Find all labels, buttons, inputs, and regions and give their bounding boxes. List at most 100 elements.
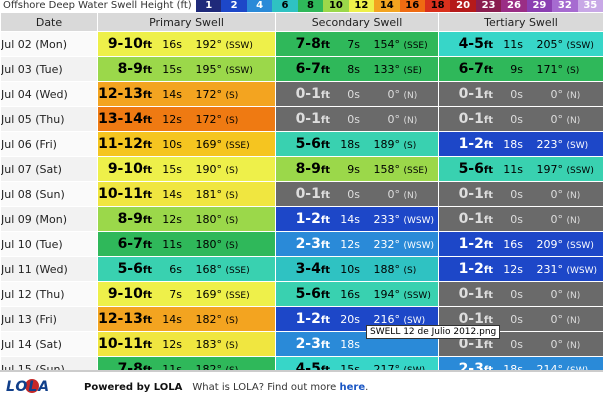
swell-direction: 0°: [523, 288, 563, 301]
secondary-swell-cell: 5-6ft18s189° (S): [276, 132, 439, 157]
swell-table: Date Primary Swell Secondary Swell Terti…: [0, 12, 603, 382]
swell-compass: (S): [226, 116, 239, 126]
height-range: 9-10: [108, 286, 143, 302]
swell-height: 0-1ft: [276, 86, 330, 102]
height-range: 0-1: [296, 111, 321, 127]
height-range: 1-2: [459, 136, 484, 152]
swell-compass: (SSW): [567, 241, 594, 251]
swell-compass: (SW): [567, 141, 589, 151]
swell-direction: 171°: [523, 63, 563, 76]
height-unit: ft: [484, 40, 493, 51]
height-range: 1-2: [459, 236, 484, 252]
swell-period: 0s: [330, 113, 360, 126]
swell-compass: (SSE): [226, 266, 250, 276]
date-cell: Jul 04 (Wed): [1, 82, 98, 107]
tertiary-swell-cell: 0-1ft0s0° (N): [439, 107, 603, 132]
swell-period: 14s: [152, 188, 182, 201]
table-row: Jul 07 (Sat)9-10ft15s190° (S)8-9ft9s158°…: [1, 157, 603, 182]
secondary-swell-cell: 7-8ft7s154° (SSE): [276, 32, 439, 57]
primary-swell-cell: 9-10ft15s190° (S): [98, 157, 276, 182]
tertiary-swell-cell: 1-2ft12s231° (WSW): [439, 257, 603, 282]
scale-tick: 23: [476, 0, 501, 12]
swell-rows: Jul 02 (Mon)9-10ft16s192° (SSW)7-8ft7s15…: [1, 32, 603, 382]
swell-compass: (N): [567, 316, 581, 326]
height-unit: ft: [143, 265, 152, 276]
height-range: 1-2: [459, 261, 484, 277]
height-range: 8-9: [118, 61, 143, 77]
height-range: 1-2: [296, 211, 321, 227]
swell-height: 12-13ft: [98, 311, 152, 327]
secondary-swell-cell: 0-1ft0s0° (N): [276, 182, 439, 207]
swell-direction: 233°: [360, 213, 400, 226]
swell-compass: (SSE): [404, 166, 428, 176]
height-unit: ft: [143, 340, 152, 351]
height-range: 3-4: [296, 261, 321, 277]
scale-tick: 18: [425, 0, 450, 12]
secondary-swell-cell: 0-1ft0s0° (N): [276, 107, 439, 132]
swell-direction: 0°: [360, 88, 400, 101]
table-row: Jul 05 (Thu)13-14ft12s172° (S)0-1ft0s0° …: [1, 107, 603, 132]
swell-height: 4-5ft: [439, 36, 493, 52]
height-unit: ft: [321, 265, 330, 276]
scale-tick: 32: [552, 0, 577, 12]
swell-height: 2-3ft: [276, 236, 330, 252]
height-range: 6-7: [459, 61, 484, 77]
swell-period: 0s: [493, 288, 523, 301]
tertiary-swell-cell: 4-5ft11s205° (SSW): [439, 32, 603, 57]
scale-tick: 29: [527, 0, 552, 12]
swell-height-scale: Offshore Deep Water Swell Height (ft) 12…: [0, 0, 603, 12]
scale-tick: 26: [501, 0, 526, 12]
swell-direction: 158°: [360, 163, 400, 176]
swell-period: 15s: [152, 63, 182, 76]
swell-height: 1-2ft: [439, 136, 493, 152]
swell-compass: (SSE): [226, 141, 250, 151]
swell-height: 8-9ft: [98, 211, 152, 227]
secondary-swell-cell: 5-6ft16s194° (SSW): [276, 282, 439, 307]
swell-compass: (N): [567, 191, 581, 201]
height-unit: ft: [143, 40, 152, 51]
height-unit: ft: [143, 65, 152, 76]
height-unit: ft: [321, 90, 330, 101]
swell-period: 12s: [152, 338, 182, 351]
swell-direction: 0°: [523, 213, 563, 226]
header-secondary: Secondary Swell: [276, 13, 439, 32]
swell-compass: (WSW): [567, 266, 598, 276]
height-unit: ft: [484, 240, 493, 251]
swell-height: 0-1ft: [276, 186, 330, 202]
date-cell: Jul 05 (Thu): [1, 107, 98, 132]
swell-compass: (N): [404, 91, 418, 101]
swell-compass: (S): [226, 316, 239, 326]
swell-direction: 169°: [182, 288, 222, 301]
swell-direction: 0°: [523, 338, 563, 351]
height-range: 6-7: [118, 236, 143, 252]
primary-swell-cell: 11-12ft10s169° (SSE): [98, 132, 276, 157]
swell-height: 6-7ft: [276, 61, 330, 77]
swell-height: 0-1ft: [439, 86, 493, 102]
height-unit: ft: [484, 90, 493, 101]
secondary-swell-cell: 2-3ft12s232° (WSW): [276, 232, 439, 257]
primary-swell-cell: 12-13ft14s182° (S): [98, 307, 276, 332]
swell-height: 6-7ft: [98, 236, 152, 252]
table-row: Jul 02 (Mon)9-10ft16s192° (SSW)7-8ft7s15…: [1, 32, 603, 57]
height-range: 9-10: [108, 161, 143, 177]
swell-direction: 133°: [360, 63, 400, 76]
height-unit: ft: [484, 265, 493, 276]
primary-swell-cell: 9-10ft7s169° (SSE): [98, 282, 276, 307]
swell-compass: (N): [567, 216, 581, 226]
find-out-more-link[interactable]: here: [340, 382, 366, 393]
swell-height: 7-8ft: [276, 36, 330, 52]
swell-direction: 154°: [360, 38, 400, 51]
swell-period: 0s: [330, 88, 360, 101]
height-range: 12-13: [98, 86, 143, 102]
swell-compass: (SSW): [567, 166, 594, 176]
table-header-row: Date Primary Swell Secondary Swell Terti…: [1, 13, 603, 32]
swell-direction: 205°: [523, 38, 563, 51]
primary-swell-cell: 5-6ft6s168° (SSE): [98, 257, 276, 282]
table-row: Jul 12 (Thu)9-10ft7s169° (SSE)5-6ft16s19…: [1, 282, 603, 307]
scale-tick: 4: [247, 0, 272, 12]
scale-tick: 20: [450, 0, 475, 12]
swell-direction: 232°: [360, 238, 400, 251]
swell-height: 1-2ft: [276, 311, 330, 327]
height-range: 1-2: [296, 311, 321, 327]
lola-logo[interactable]: LOLA: [6, 378, 66, 396]
